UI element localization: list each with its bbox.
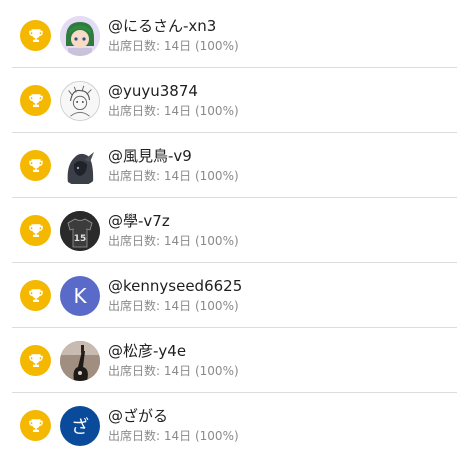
trophy-icon <box>20 85 51 116</box>
list-item[interactable]: @風見鳥-v9 出席日数: 14日 (100%) <box>0 133 457 198</box>
avatar-letter: ざ <box>71 416 89 438</box>
svg-text:15: 15 <box>74 234 87 244</box>
avatar <box>60 145 100 186</box>
trophy-icon <box>20 215 51 246</box>
username: @yuyu3874 <box>108 82 198 100</box>
attendance-stat: 出席日数: 14日 (100%) <box>108 234 239 248</box>
avatar: K <box>60 275 100 316</box>
attendance-stat: 出席日数: 14日 (100%) <box>108 299 239 313</box>
trophy-icon <box>20 345 51 376</box>
hooded-figure-avatar-icon <box>60 145 100 186</box>
avatar <box>60 15 100 56</box>
anime-girl-avatar-icon <box>60 15 100 56</box>
username: @風見鳥-v9 <box>108 147 192 165</box>
list-item[interactable]: @松彦-y4e 出席日数: 14日 (100%) <box>0 328 457 393</box>
attendance-stat: 出席日数: 14日 (100%) <box>108 364 239 378</box>
username: @ざがる <box>108 407 169 425</box>
avatar-letter: K <box>73 283 87 308</box>
trophy-icon <box>20 410 51 441</box>
attendance-list: @にるさん-xn3 出席日数: 14日 (100%) @yuyu3874 出席日… <box>0 0 457 457</box>
trophy-icon <box>20 20 51 51</box>
guitar-photo-avatar-icon <box>60 340 100 381</box>
list-item[interactable]: @yuyu3874 出席日数: 14日 (100%) <box>0 68 457 133</box>
attendance-stat: 出席日数: 14日 (100%) <box>108 429 239 443</box>
attendance-stat: 出席日数: 14日 (100%) <box>108 169 239 183</box>
username: @松彦-y4e <box>108 342 187 360</box>
username: @にるさん-xn3 <box>108 17 217 35</box>
avatar: 15 <box>60 210 100 251</box>
list-item[interactable]: K @kennyseed6625 出席日数: 14日 (100%) <box>0 263 457 328</box>
list-item[interactable]: @にるさん-xn3 出席日数: 14日 (100%) <box>0 3 457 68</box>
trophy-icon <box>20 150 51 181</box>
attendance-stat: 出席日数: 14日 (100%) <box>108 104 239 118</box>
list-item[interactable]: ざ @ざがる 出席日数: 14日 (100%) <box>0 393 457 457</box>
sketch-avatar-icon <box>61 81 99 120</box>
username: @kennyseed6625 <box>108 277 243 295</box>
username: @學-v7z <box>108 212 170 230</box>
avatar <box>60 80 100 121</box>
avatar <box>60 340 100 381</box>
attendance-stat: 出席日数: 14日 (100%) <box>108 39 239 53</box>
trophy-icon <box>20 280 51 311</box>
avatar: ざ <box>60 405 100 446</box>
list-item[interactable]: 15 @學-v7z 出席日数: 14日 (100%) <box>0 198 457 263</box>
jersey-15-avatar-icon: 15 <box>60 210 100 251</box>
